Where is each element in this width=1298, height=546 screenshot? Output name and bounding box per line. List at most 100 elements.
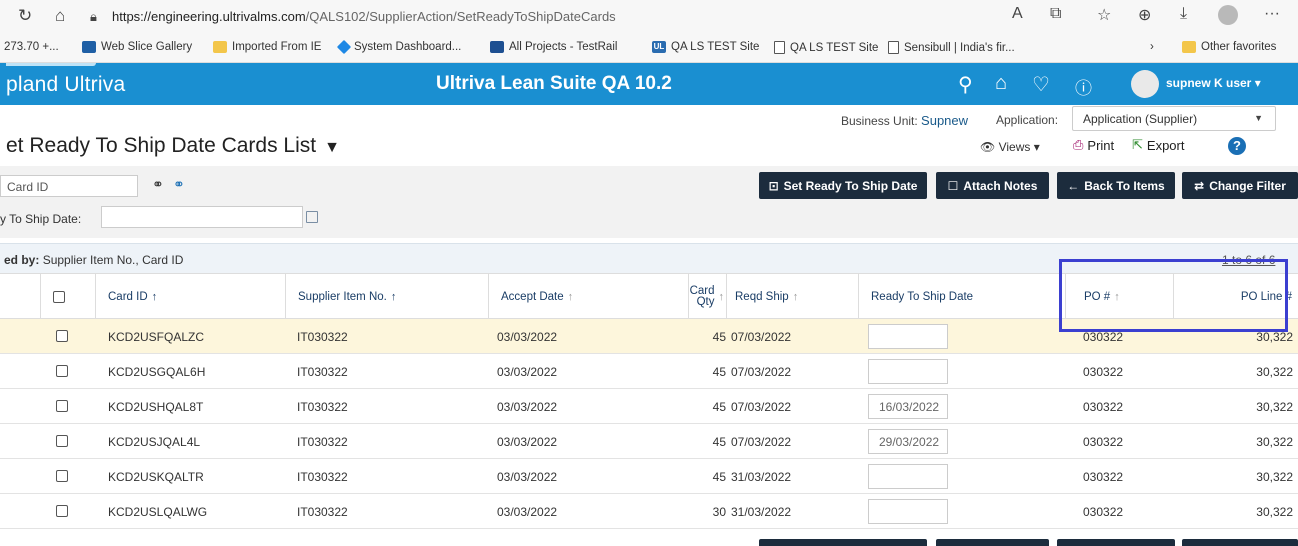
table-row[interactable]: KCD2USLQALWG IT030322 03/03/2022 30 31/0… — [0, 494, 1298, 529]
read-aloud-icon[interactable]: A — [1012, 5, 1023, 23]
button-label: Back To Items — [1084, 178, 1165, 193]
table-row[interactable]: KCD2USHQAL8T IT030322 03/03/2022 45 07/0… — [0, 389, 1298, 424]
fav-item-web-slice[interactable]: Web Slice Gallery — [82, 41, 192, 53]
fav-label: 273.70 +... — [4, 41, 59, 53]
button-label: Set Ready To Ship Date — [783, 178, 918, 193]
cell-accept-date: 03/03/2022 — [497, 364, 558, 379]
ready-to-ship-date-input[interactable] — [868, 324, 948, 349]
fav-item-system-dashboard[interactable]: System Dashboard... — [336, 39, 462, 55]
binoculars-icon[interactable]: ⚭ — [152, 176, 164, 193]
fav-item-testrail[interactable]: All Projects - TestRail — [490, 41, 617, 53]
col-ready-to-ship-date[interactable]: Ready To Ship Date — [858, 274, 1065, 320]
table-row[interactable]: KCD2USKQALTR IT030322 03/03/2022 45 31/0… — [0, 459, 1298, 494]
favorites-icon[interactable]: ☆ — [1097, 5, 1111, 25]
fav-item-qa-site-1[interactable]: UL QA LS TEST Site — [652, 41, 759, 53]
lock-icon[interactable]: 🔒︎ — [90, 9, 97, 25]
set-ready-to-ship-date-button[interactable]: ⊡ Set Ready To Ship Date — [759, 172, 927, 199]
search-icon[interactable]: ⚲ — [958, 72, 973, 97]
fav-label: System Dashboard... — [354, 41, 462, 53]
fav-overflow-chevron[interactable]: › — [1150, 41, 1154, 53]
attach-notes-button[interactable]: ☐ Attach Notes — [936, 172, 1049, 199]
cell-card-qty: 30 — [712, 504, 726, 519]
cell-card-id: KCD2USKQALTR — [108, 469, 204, 484]
fav-item-qa-site-2[interactable]: QA LS TEST Site — [774, 41, 878, 54]
col-card-id[interactable]: Card ID ↑ — [95, 274, 285, 320]
cell-po-line: 30,322 — [1256, 504, 1293, 519]
check-square-icon: ⊡ — [768, 178, 779, 193]
ready-to-ship-date-input[interactable] — [868, 464, 948, 489]
url-host: https://engineering.ultrivalms.com — [112, 8, 306, 24]
calendar-icon[interactable] — [306, 211, 318, 223]
col-accept-date[interactable]: Accept Date ↑ — [488, 274, 688, 320]
table-row[interactable]: KCD2USGQAL6H IT030322 03/03/2022 45 07/0… — [0, 354, 1298, 389]
bottom-change-filter-button[interactable] — [1182, 539, 1298, 546]
fav-other-favorites[interactable]: Other favorites — [1182, 41, 1276, 53]
filter-icon[interactable]: ▼ — [324, 139, 340, 157]
bottom-set-ready-button[interactable] — [759, 539, 927, 546]
user-avatar[interactable] — [1131, 70, 1159, 98]
fav-item-imported[interactable]: Imported From IE — [213, 41, 321, 53]
web-slice-icon — [82, 41, 96, 53]
card-id-input[interactable]: Card ID — [0, 175, 138, 197]
col-card-qty[interactable]: Card Qty ↑ — [688, 274, 726, 320]
col-supplier-item[interactable]: Supplier Item No. ↑ — [285, 274, 488, 320]
external-link-icon: ⇱ — [1132, 137, 1143, 152]
download-icon[interactable]: ⤓ — [1180, 5, 1187, 23]
business-unit-label: Business Unit: Supnew — [841, 113, 968, 128]
sort-by-value: Supplier Item No., Card ID — [42, 253, 184, 267]
cell-card-qty: 45 — [712, 469, 726, 484]
collections-icon[interactable]: ⊕ — [1138, 5, 1151, 25]
help-circle-icon[interactable]: ⓘ — [1075, 74, 1092, 99]
views-dropdown[interactable]: 👁︎ Views ▾ — [980, 140, 1040, 154]
cell-card-id: KCD2USFQALZC — [108, 329, 205, 344]
application-select-value: Application (Supplier) — [1083, 112, 1198, 126]
app-title: Ultriva Lean Suite QA 10.2 — [436, 73, 672, 94]
application-select[interactable]: Application (Supplier) ▼ — [1072, 106, 1276, 131]
ship-date-input[interactable] — [101, 206, 303, 228]
app-header: pland Ultriva Ultriva Lean Suite QA 10.2… — [0, 63, 1298, 105]
note-icon: ☐ — [947, 178, 959, 193]
table-row[interactable]: KCD2USJQAL4L IT030322 03/03/2022 45 07/0… — [0, 424, 1298, 459]
export-button[interactable]: ⇱ Export — [1132, 137, 1184, 153]
row-checkbox[interactable] — [56, 330, 68, 342]
button-label: Change Filter — [1209, 178, 1286, 193]
ship-date-label: y To Ship Date: — [0, 212, 82, 226]
user-menu[interactable]: supnew K user ▾ — [1166, 76, 1261, 90]
fav-item-0[interactable]: 273.70 +... — [4, 41, 59, 53]
ready-to-ship-date-input[interactable] — [868, 499, 948, 524]
testrail-icon — [490, 41, 504, 53]
row-checkbox[interactable] — [56, 505, 68, 517]
sort-up-icon: ↑ — [792, 291, 799, 303]
print-label: Print — [1087, 137, 1115, 153]
folder-icon — [1182, 41, 1196, 53]
refresh-icon[interactable]: ↻ — [18, 6, 32, 26]
extensions-icon[interactable]: ⧉ — [1050, 5, 1061, 23]
home-icon[interactable]: ⌂ — [55, 6, 65, 26]
home-icon[interactable]: ⌂ — [995, 72, 1007, 95]
bottom-attach-notes-button[interactable] — [936, 539, 1049, 546]
bottom-back-to-items-button[interactable] — [1057, 539, 1175, 546]
row-checkbox[interactable] — [56, 365, 68, 377]
binoculars-next-icon[interactable]: ⚭ — [173, 176, 185, 193]
more-icon[interactable]: ··· — [1264, 5, 1280, 23]
fav-item-sensibull[interactable]: Sensibull | India's fir... — [888, 41, 1015, 54]
col-reqd-ship[interactable]: Reqd Ship ↑ — [726, 274, 858, 320]
url-field[interactable]: https://engineering.ultrivalms.com/QALS1… — [112, 4, 616, 28]
col-label: Reqd Ship — [735, 291, 789, 303]
row-checkbox[interactable] — [56, 435, 68, 447]
ready-to-ship-date-input[interactable]: 16/03/2022 — [868, 394, 948, 419]
print-button[interactable]: ⎙ Print — [1073, 137, 1114, 153]
row-checkbox[interactable] — [56, 400, 68, 412]
change-filter-button[interactable]: ⇄ Change Filter — [1182, 172, 1298, 199]
row-checkbox[interactable] — [56, 470, 68, 482]
back-to-items-button[interactable]: ← Back To Items — [1057, 172, 1175, 199]
select-all-checkbox[interactable] — [53, 291, 65, 303]
brand-logo[interactable]: pland Ultriva — [6, 73, 125, 97]
heart-icon[interactable]: ♡ — [1032, 72, 1050, 97]
sort-by-label: ed by: — [4, 253, 40, 267]
profile-avatar[interactable] — [1218, 5, 1238, 25]
cell-card-qty: 45 — [712, 434, 726, 449]
help-icon[interactable]: ? — [1228, 137, 1246, 155]
ready-to-ship-date-input[interactable]: 29/03/2022 — [868, 429, 948, 454]
ready-to-ship-date-input[interactable] — [868, 359, 948, 384]
